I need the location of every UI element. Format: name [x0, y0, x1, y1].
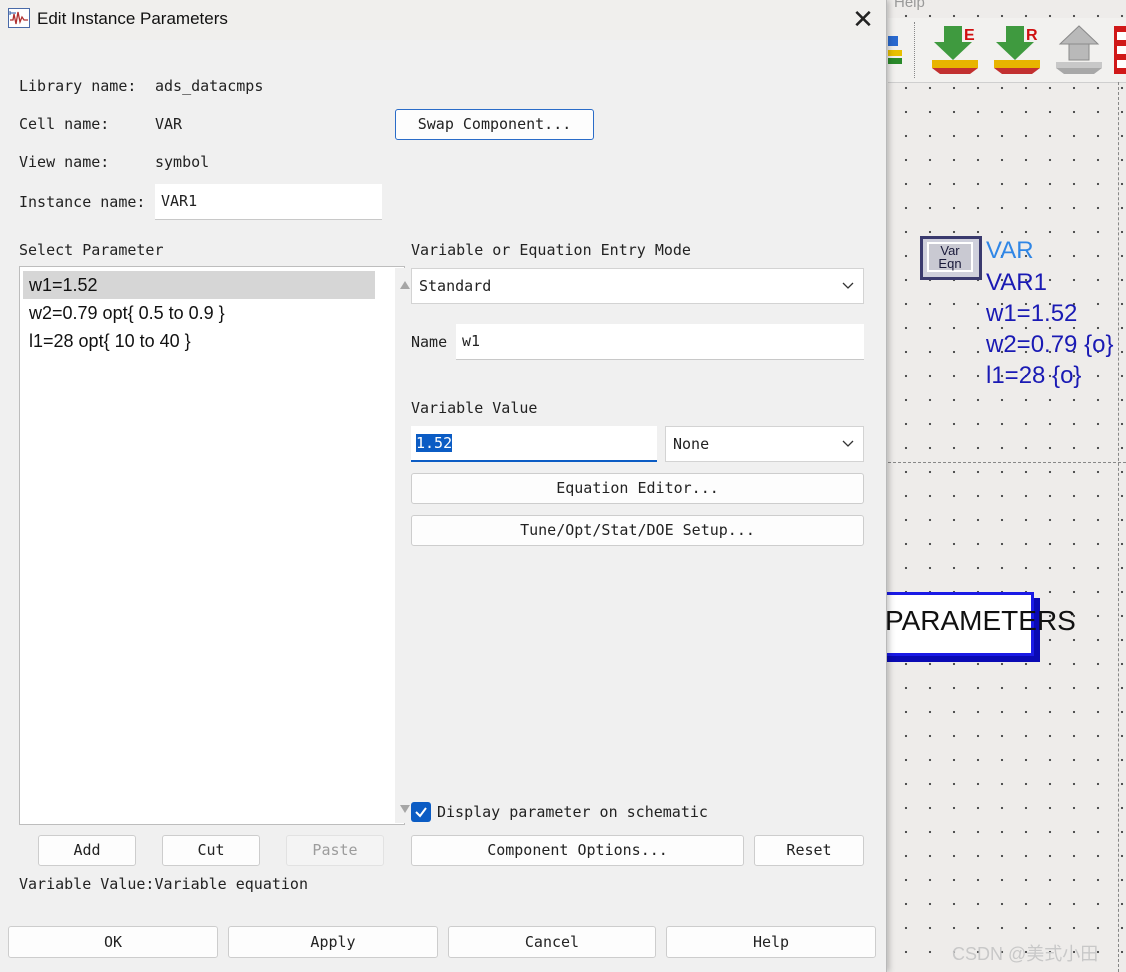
paste-button[interactable]: Paste: [286, 835, 384, 866]
swap-component-button[interactable]: Swap Component...: [395, 109, 594, 140]
svg-text:R: R: [1026, 27, 1038, 44]
variable-value-selection: 1.52: [416, 434, 453, 452]
chevron-down-icon: [842, 282, 854, 289]
parameters-box-label: PARAMETERS: [885, 605, 1076, 636]
name-label: Name: [411, 333, 448, 351]
chevron-down-icon: [842, 440, 854, 447]
app-icon: [8, 8, 30, 28]
parameter-list[interactable]: w1=1.52 w2=0.79 opt{ 0.5 to 0.9 } l1=28 …: [19, 266, 415, 825]
tune-opt-stat-doe-setup-button[interactable]: Tune/Opt/Stat/DOE Setup...: [411, 515, 864, 546]
ok-button[interactable]: OK: [8, 926, 218, 958]
select-parameter-label: Select Parameter: [19, 241, 164, 259]
parameter-item-l1[interactable]: l1=28 opt{ 10 to 40 }: [23, 327, 375, 355]
cell-name-label: Cell name:: [19, 115, 110, 133]
schematic-param-l1: l1=28 {o}: [986, 362, 1082, 389]
schematic-param-w2: w2=0.79 {o}: [986, 331, 1114, 358]
dialog-title: Edit Instance Parameters: [37, 9, 228, 28]
parameters-box[interactable]: PARAMETERS: [870, 592, 1076, 656]
red-grid-icon[interactable]: [1114, 26, 1126, 74]
schematic-var-title: VAR: [986, 237, 1034, 264]
entry-mode-select[interactable]: Standard: [411, 268, 864, 304]
schematic-border-line: [888, 462, 1126, 463]
schematic-canvas[interactable]: [888, 0, 1126, 972]
help-button[interactable]: Help: [666, 926, 876, 958]
add-button[interactable]: Add: [38, 835, 136, 866]
unit-value: None: [673, 435, 710, 453]
instance-name-input[interactable]: VAR1: [155, 184, 382, 220]
cell-name-value: VAR: [155, 115, 183, 133]
close-icon[interactable]: ✕: [848, 6, 878, 32]
instance-name-label: Instance name:: [19, 193, 146, 211]
library-name-label: Library name:: [19, 77, 137, 95]
entry-mode-value: Standard: [419, 277, 492, 295]
library-name-value: ads_datacmps: [155, 77, 264, 95]
schematic-menu-help[interactable]: Help: [894, 0, 925, 11]
variable-value-label: Variable Value: [411, 399, 538, 417]
var-eqn-symbol: Var Eqn: [927, 242, 973, 272]
name-input[interactable]: w1: [456, 324, 864, 360]
parameter-item-w1[interactable]: w1=1.52: [23, 271, 375, 299]
view-name-label: View name:: [19, 153, 110, 171]
var-eqn-component[interactable]: Var Eqn: [920, 236, 982, 280]
reset-button[interactable]: Reset: [754, 835, 864, 866]
apply-button[interactable]: Apply: [228, 926, 438, 958]
variable-value-input[interactable]: 1.52: [411, 426, 657, 462]
toolbar-partial-icon[interactable]: [888, 30, 902, 70]
status-text: Variable Value:Variable equation: [19, 875, 308, 893]
cancel-button[interactable]: Cancel: [448, 926, 656, 958]
schematic-param-w1: w1=1.52: [986, 300, 1078, 327]
entry-mode-label: Variable or Equation Entry Mode: [411, 241, 691, 259]
scroll-down-icon[interactable]: [399, 804, 411, 814]
equation-editor-button[interactable]: Equation Editor...: [411, 473, 864, 504]
component-options-button[interactable]: Component Options...: [411, 835, 744, 866]
svg-text:E: E: [964, 27, 975, 44]
push-down-e-icon[interactable]: E: [930, 24, 980, 78]
schematic-border-line: [1118, 82, 1119, 972]
toolbar-separator: [914, 22, 916, 78]
eqn-symbol-label: Eqn: [938, 256, 962, 271]
watermark: CSDN @美式小田: [952, 944, 1099, 964]
cut-button[interactable]: Cut: [162, 835, 260, 866]
push-down-r-icon[interactable]: R: [992, 24, 1042, 78]
checkmark-icon: [415, 807, 427, 818]
dialog-titlebar[interactable]: Edit Instance Parameters ✕: [0, 0, 886, 40]
schematic-instance-name: VAR1: [986, 269, 1047, 296]
scroll-up-icon[interactable]: [399, 280, 411, 290]
unit-select[interactable]: None: [665, 426, 864, 462]
parameter-item-w2[interactable]: w2=0.79 opt{ 0.5 to 0.9 }: [23, 299, 375, 327]
pop-up-icon[interactable]: [1054, 24, 1104, 78]
display-parameter-label[interactable]: Display parameter on schematic: [437, 803, 708, 821]
view-name-value: symbol: [155, 153, 210, 171]
edit-instance-parameters-dialog: Edit Instance Parameters ✕ Library name:…: [0, 0, 887, 972]
display-parameter-checkbox[interactable]: [411, 802, 431, 822]
